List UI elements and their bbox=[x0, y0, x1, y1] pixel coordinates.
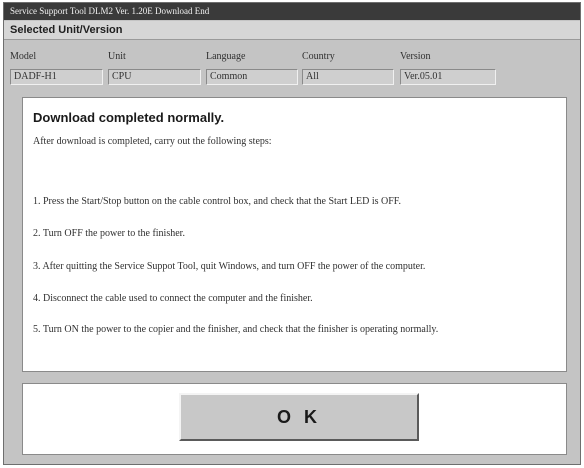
country-label: Country bbox=[302, 51, 335, 62]
model-value: DADF-H1 bbox=[10, 69, 103, 85]
button-panel: O K bbox=[22, 383, 567, 455]
version-label: Version bbox=[400, 51, 431, 62]
unit-value: CPU bbox=[108, 69, 201, 85]
unit-info-values: DADF-H1 CPU Common All Ver.05.01 bbox=[4, 69, 580, 86]
model-label: Model bbox=[10, 51, 37, 62]
window-title: Service Support Tool DLM2 Ver. 1.20E Dow… bbox=[4, 3, 580, 20]
step-2: 2. Turn OFF the power to the finisher. bbox=[33, 228, 185, 239]
unit-info-labels: Model Unit Language Country Version bbox=[4, 49, 580, 66]
version-value: Ver.05.01 bbox=[400, 69, 496, 85]
message-intro: After download is completed, carry out t… bbox=[33, 136, 272, 147]
selected-unit-header: Selected Unit/Version bbox=[4, 21, 580, 40]
step-1: 1. Press the Start/Stop button on the ca… bbox=[33, 196, 402, 207]
language-value: Common bbox=[206, 69, 298, 85]
ok-button[interactable]: O K bbox=[179, 393, 419, 441]
country-value: All bbox=[302, 69, 394, 85]
unit-label: Unit bbox=[108, 51, 126, 62]
message-title: Download completed normally. bbox=[33, 110, 225, 125]
download-end-window: Service Support Tool DLM2 Ver. 1.20E Dow… bbox=[3, 2, 581, 465]
message-panel: Download completed normally. After downl… bbox=[22, 97, 567, 372]
step-3: 3. After quitting the Service Suppot Too… bbox=[33, 261, 426, 272]
step-4: 4. Disconnect the cable used to connect … bbox=[33, 293, 313, 304]
step-5: 5. Turn ON the power to the copier and t… bbox=[33, 324, 439, 335]
language-label: Language bbox=[206, 51, 246, 62]
